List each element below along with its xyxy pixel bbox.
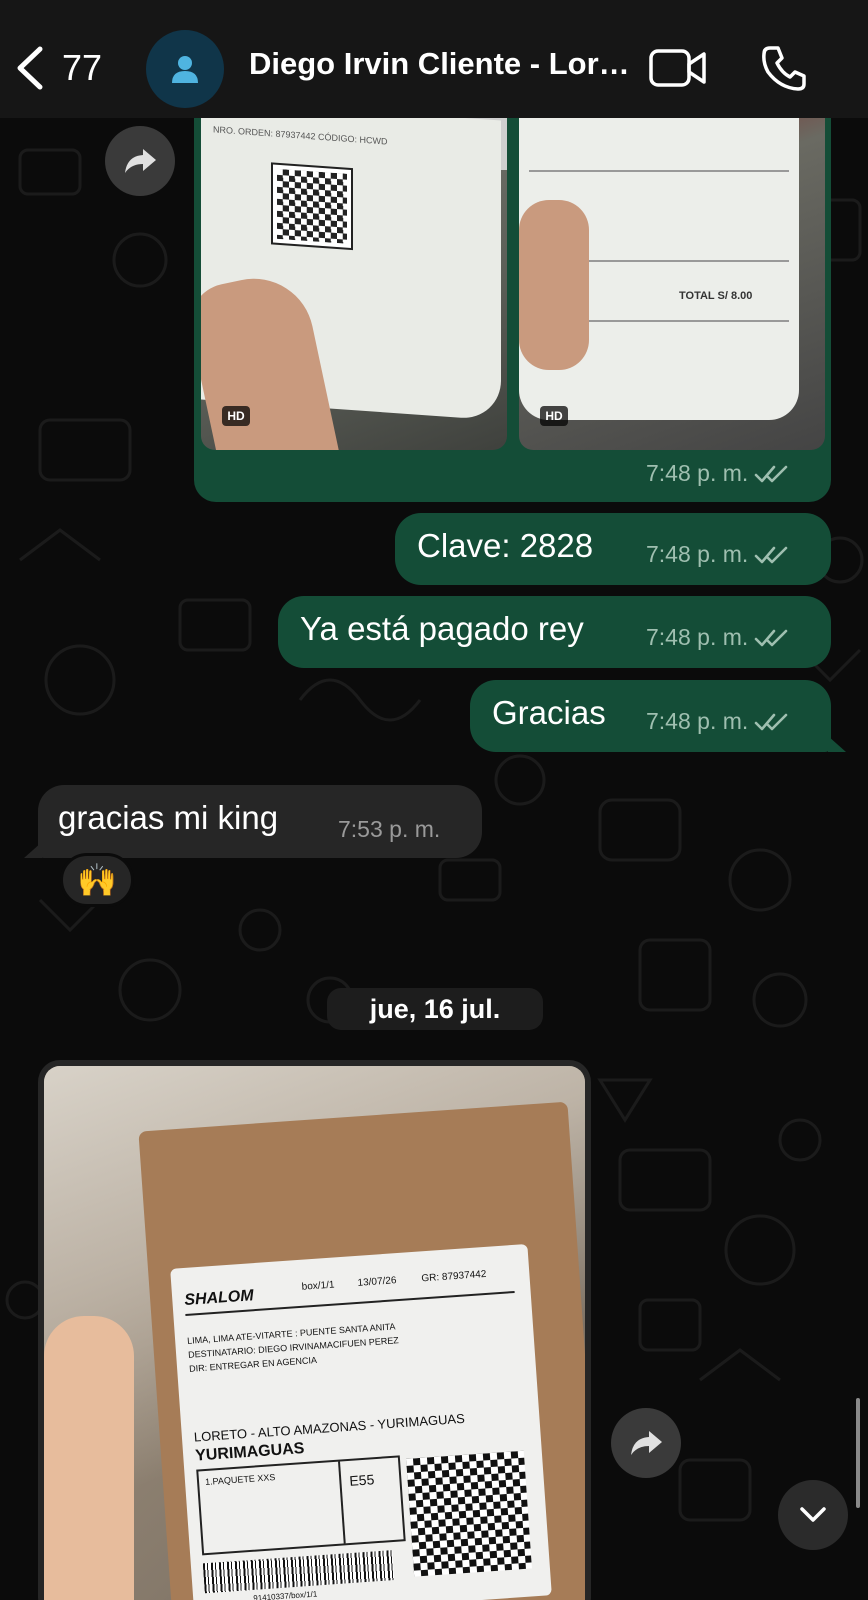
- label-route: LORETO - ALTO AMAZONAS - YURIMAGUAS: [193, 1410, 466, 1445]
- unread-count: 77: [62, 47, 103, 88]
- receipt-photo-2[interactable]: TOTAL S/ 8.00 HD: [519, 110, 825, 450]
- hd-badge: HD: [540, 406, 568, 426]
- label-box-info: 1.PAQUETE XXS E55: [196, 1455, 406, 1556]
- label-box: box/1/1: [301, 1279, 335, 1293]
- time-text: 7:48 p. m.: [646, 541, 749, 567]
- outgoing-message[interactable]: Clave: 2828 7:48 p. m.: [395, 513, 831, 585]
- label-package: 1.PAQUETE XXS: [204, 1472, 276, 1487]
- message-text: Ya está pagado rey: [300, 610, 584, 647]
- incoming-message[interactable]: gracias mi king 7:53 p. m.: [38, 785, 482, 858]
- message-text: Clave: 2828: [417, 527, 594, 564]
- barcode-text: 91410337/box/1/1: [253, 1589, 318, 1600]
- label-city: YURIMAGUAS: [194, 1440, 305, 1465]
- hd-badge: HD: [222, 406, 250, 426]
- receipt-photo-1[interactable]: NRO. ORDEN: 87937442 CÓDIGO: HCWD HD: [201, 110, 507, 450]
- time-text: 7:48 p. m.: [646, 624, 749, 650]
- forward-button[interactable]: [611, 1408, 681, 1478]
- barcode: [202, 1550, 395, 1594]
- message-timestamp: 7:53 p. m.: [338, 816, 441, 842]
- hand: [519, 200, 589, 370]
- receipt-text: NRO. ORDEN: 87937442 CÓDIGO: HCWD: [213, 124, 388, 147]
- user-icon: [172, 56, 198, 83]
- outgoing-message[interactable]: Gracias 7:48 p. m.: [470, 680, 831, 752]
- double-check-icon: [754, 713, 788, 730]
- receipt-line: [529, 170, 789, 172]
- image-message: SHALOM box/1/1 13/07/26 GR: 87937442 LIM…: [38, 1060, 591, 1600]
- image-message: NRO. ORDEN: 87937442 CÓDIGO: HCWD HD TOT…: [194, 110, 831, 502]
- chevron-down-icon: [800, 1507, 826, 1522]
- video-camera-icon: [649, 49, 706, 87]
- time-text: 7:48 p. m.: [646, 460, 749, 486]
- message-text: gracias mi king: [58, 799, 279, 836]
- message-timestamp: 7:48 p. m.: [646, 460, 790, 487]
- message-timestamp: 7:48 p. m.: [646, 541, 790, 568]
- outgoing-message[interactable]: Ya está pagado rey 7:48 p. m.: [278, 596, 831, 668]
- forward-icon: [125, 149, 156, 173]
- forward-icon: [631, 1431, 662, 1455]
- label-code: E55: [348, 1471, 375, 1489]
- qr-code: [405, 1450, 532, 1577]
- chevron-left-icon: [17, 46, 43, 90]
- scrollbar[interactable]: [856, 1398, 860, 1508]
- bubble-tail: [828, 736, 846, 752]
- message-text: Gracias: [492, 694, 606, 731]
- chat-header: 77 Diego Irvin Cliente - Loreto: [0, 0, 868, 118]
- label-brand: SHALOM: [183, 1287, 255, 1309]
- reaction-badge[interactable]: 🙌: [60, 853, 134, 907]
- time-text: 7:48 p. m.: [646, 708, 749, 734]
- message-timestamp: 7:48 p. m.: [646, 708, 790, 735]
- back-button[interactable]: 77: [14, 42, 124, 94]
- double-check-icon: [754, 465, 788, 482]
- double-check-icon: [754, 629, 788, 646]
- phone-icon: [762, 46, 806, 91]
- date-separator: jue, 16 jul.: [327, 988, 543, 1030]
- label-divider: [338, 1461, 346, 1544]
- contact-name[interactable]: Diego Irvin Cliente - Loreto: [249, 46, 631, 82]
- label-gr: GR: 87937442: [421, 1268, 487, 1285]
- hand: [44, 1316, 134, 1600]
- forward-button[interactable]: [105, 126, 175, 196]
- qr-code: [271, 162, 353, 251]
- voice-call-button[interactable]: [752, 40, 816, 96]
- scroll-to-bottom-button[interactable]: [778, 1480, 848, 1550]
- avatar[interactable]: [146, 30, 224, 108]
- label-date: 13/07/26: [357, 1275, 397, 1289]
- shipping-label: SHALOM box/1/1 13/07/26 GR: 87937442 LIM…: [170, 1243, 552, 1600]
- message-timestamp: 7:48 p. m.: [646, 624, 790, 651]
- receipt-total: TOTAL S/ 8.00: [679, 290, 753, 302]
- package-photo[interactable]: SHALOM box/1/1 13/07/26 GR: 87937442 LIM…: [44, 1066, 585, 1600]
- double-check-icon: [754, 546, 788, 563]
- video-call-button[interactable]: [646, 40, 710, 96]
